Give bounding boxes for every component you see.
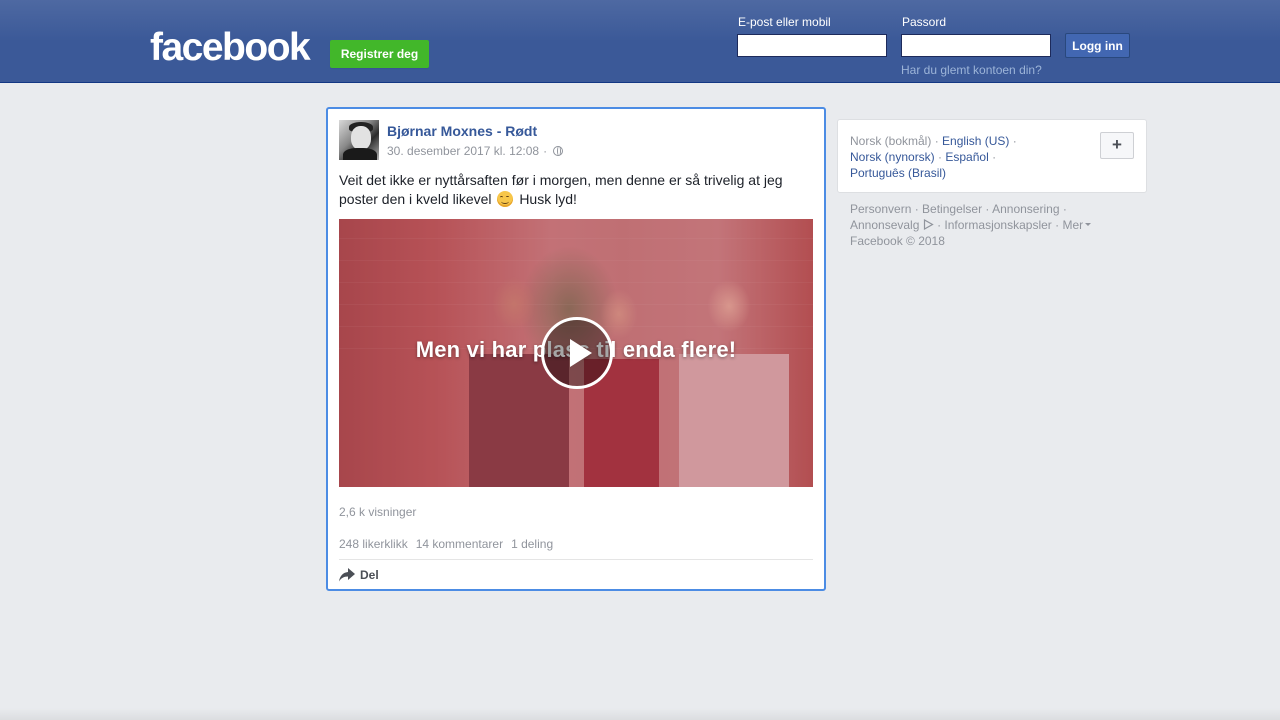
post-timestamp[interactable]: 30. desember 2017 kl. 12:08 — [387, 144, 539, 158]
language-option[interactable]: English (US) — [942, 134, 1009, 148]
post-meta: 30. desember 2017 kl. 12:08 · — [387, 144, 564, 158]
language-option[interactable]: Português (Brasil) — [850, 166, 946, 180]
post-author-link[interactable]: Bjørnar Moxnes - Rødt — [387, 123, 537, 139]
globe-icon — [553, 146, 564, 156]
language-option[interactable]: Español — [945, 150, 988, 164]
language-list: Norsk (bokmål) · English (US) · Norsk (n… — [850, 134, 1017, 180]
top-bar: facebook Registrer deg E-post eller mobi… — [0, 0, 1280, 83]
language-selector: Norsk (bokmål) · English (US) · Norsk (n… — [837, 119, 1147, 193]
language-current: Norsk (bokmål) — [850, 134, 932, 148]
share-button[interactable]: Del — [339, 568, 379, 582]
footer-link-advertising[interactable]: Annonsering — [992, 202, 1059, 216]
post-text: Veit det ikke er nyttårsaften før i morg… — [339, 171, 809, 209]
post-text-tail: Husk lyd! — [519, 191, 577, 207]
post-stats: 248 likerklikk 14 kommentarer 1 deling — [339, 537, 553, 551]
footer-link-privacy[interactable]: Personvern — [850, 202, 911, 216]
more-languages-button[interactable]: + — [1100, 132, 1134, 159]
forgot-account-link[interactable]: Har du glemt kontoen din? — [901, 63, 1042, 77]
footer-link-adchoices[interactable]: Annonsevalg — [850, 218, 934, 232]
post-card: Bjørnar Moxnes - Rødt 30. desember 2017 … — [326, 107, 826, 591]
share-arrow-icon — [339, 568, 355, 582]
play-icon — [570, 339, 592, 367]
password-label: Passord — [902, 15, 947, 29]
comments-link[interactable]: 14 kommentarer — [416, 537, 503, 551]
password-input[interactable] — [901, 34, 1051, 57]
adchoices-icon — [923, 219, 934, 230]
email-input[interactable] — [737, 34, 887, 57]
share-label: Del — [360, 568, 379, 582]
meta-separator: · — [543, 144, 548, 158]
smiling-face-emoji-icon — [497, 191, 514, 207]
caret-down-icon — [1085, 223, 1092, 226]
footer-link-terms[interactable]: Betingelser — [922, 202, 982, 216]
footer-link-cookies[interactable]: Informasjonskapsler — [944, 218, 1051, 232]
view-count: 2,6 k visninger — [339, 505, 417, 519]
facebook-logo[interactable]: facebook — [150, 26, 311, 70]
play-button[interactable] — [541, 317, 613, 389]
video-player[interactable]: Men vi har plass til enda flere! — [339, 219, 813, 487]
bottom-shadow — [0, 708, 1280, 720]
likes-link[interactable]: 248 likerklikk — [339, 537, 408, 551]
footer-link-more[interactable]: Mer — [1062, 218, 1092, 232]
email-label: E-post eller mobil — [738, 15, 831, 29]
language-option[interactable]: Norsk (nynorsk) — [850, 150, 935, 164]
author-avatar[interactable] — [339, 120, 379, 160]
action-divider — [339, 559, 813, 560]
copyright: Facebook © 2018 — [850, 234, 945, 248]
footer-links: Personvern · Betingelser · Annonsering ·… — [850, 201, 1140, 249]
register-button[interactable]: Registrer deg — [330, 40, 429, 68]
login-button[interactable]: Logg inn — [1065, 33, 1130, 58]
shares-link[interactable]: 1 deling — [511, 537, 553, 551]
